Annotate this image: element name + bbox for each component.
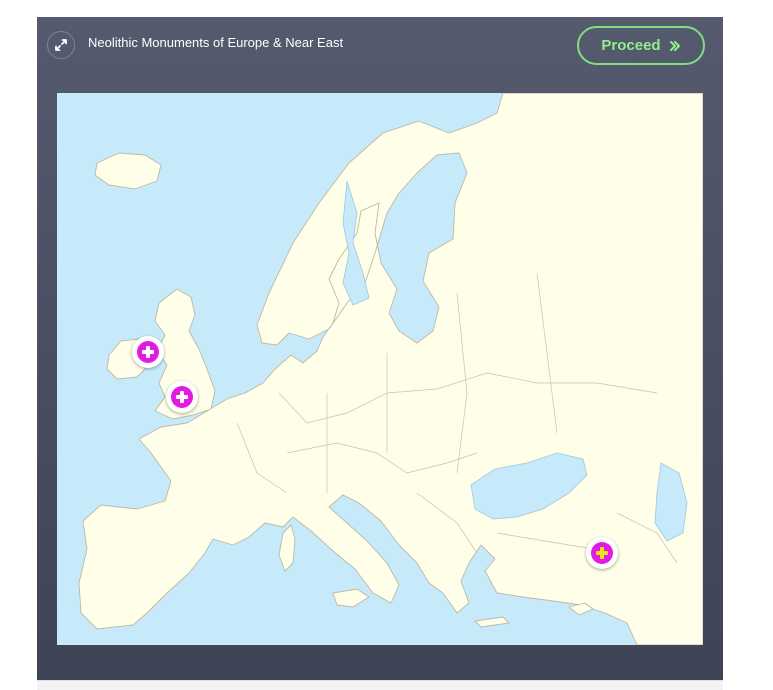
expand-icon <box>55 39 67 51</box>
plus-circle-icon <box>137 341 159 363</box>
map-area[interactable] <box>57 93 703 645</box>
page-title: Neolithic Monuments of Europe & Near Eas… <box>88 35 344 50</box>
plus-circle-icon <box>591 542 613 564</box>
proceed-label: Proceed <box>601 37 661 54</box>
expand-button[interactable] <box>47 31 75 59</box>
plus-circle-icon <box>171 386 193 408</box>
map-marker-anatolia[interactable] <box>586 537 618 569</box>
proceed-button[interactable]: Proceed <box>577 26 705 65</box>
double-chevron-right-icon <box>669 40 680 51</box>
map-panel: Neolithic Monuments of Europe & Near Eas… <box>37 17 723 680</box>
map-marker-britain[interactable] <box>166 381 198 413</box>
map-marker-ireland[interactable] <box>132 336 164 368</box>
